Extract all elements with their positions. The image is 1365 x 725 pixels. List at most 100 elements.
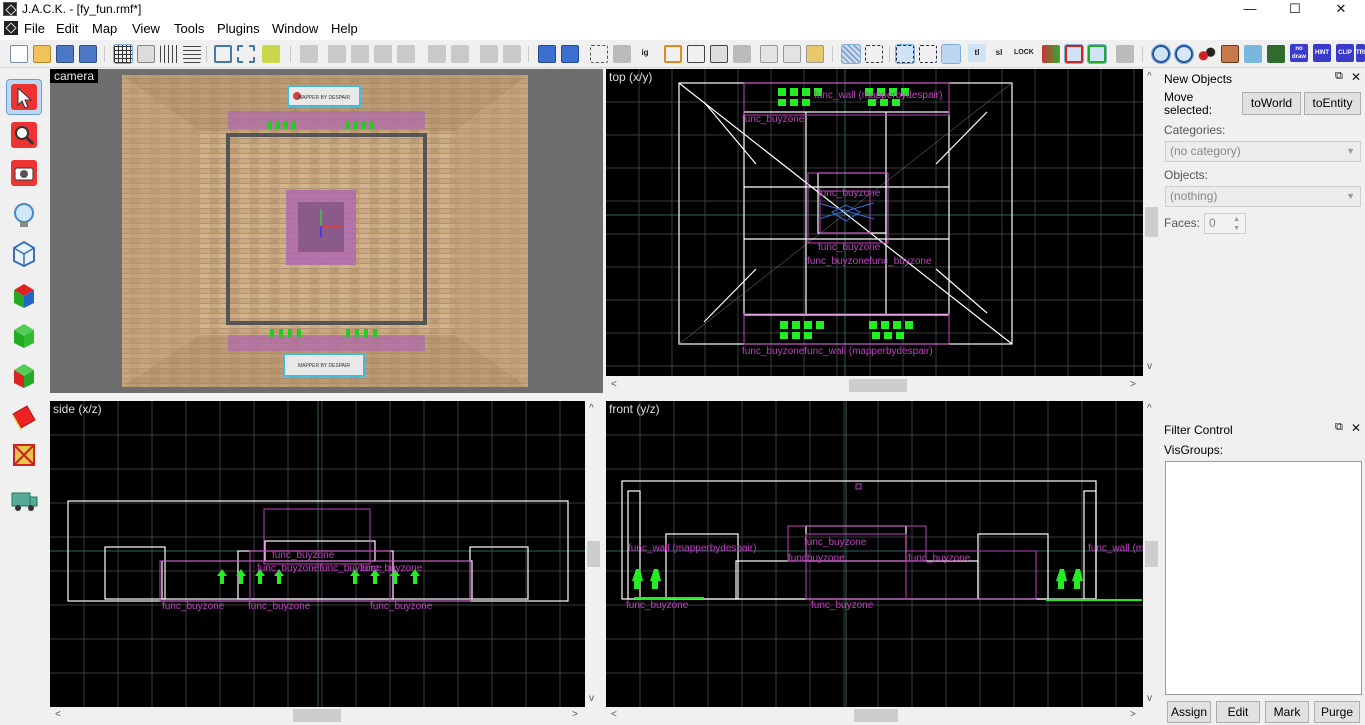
document-icon[interactable] <box>4 21 18 35</box>
hide-selected-icon[interactable] <box>590 45 608 63</box>
scroll-right-icon[interactable]: > <box>572 709 578 720</box>
minimize-button[interactable]: — <box>1227 0 1273 18</box>
camera-viewport[interactable]: camera MAPPER BY DESPAIR MAPPER BY DESPA… <box>50 69 603 393</box>
block-tool-icon[interactable] <box>7 236 41 270</box>
menu-view[interactable]: View <box>128 21 164 36</box>
morph-tool-icon[interactable] <box>1087 44 1107 64</box>
objects-select[interactable]: (nothing) ▼ <box>1165 186 1361 207</box>
align-bottom-icon[interactable] <box>397 45 415 63</box>
scroll-up-icon[interactable]: ^ <box>1147 403 1152 414</box>
paste-icon[interactable] <box>806 45 824 63</box>
categories-select[interactable]: (no category) ▼ <box>1165 141 1361 162</box>
ungroup-icon[interactable] <box>237 45 255 63</box>
side-viewport[interactable]: side (x/z) func_buyzone func_buyzone fun… <box>50 401 585 707</box>
path-tool-icon[interactable] <box>7 483 41 517</box>
smaller-grid-icon[interactable] <box>160 45 178 63</box>
scroll-up-icon[interactable]: ^ <box>589 403 594 414</box>
scroll-thumb[interactable] <box>854 709 898 722</box>
paste-special-icon[interactable] <box>733 45 751 63</box>
scroll-left-icon[interactable]: < <box>611 709 617 720</box>
menu-plugins[interactable]: Plugins <box>213 21 264 36</box>
scroll-down-icon[interactable]: v <box>589 693 594 704</box>
to-entity-icon[interactable] <box>538 45 556 63</box>
scroll-right-icon[interactable]: > <box>1130 709 1136 720</box>
maximize-button[interactable]: ☐ <box>1272 0 1318 18</box>
scroll-thumb[interactable] <box>1145 541 1158 567</box>
open-file-icon[interactable] <box>33 45 51 63</box>
scroll-left-icon[interactable]: < <box>611 379 617 390</box>
to-entity-button[interactable]: toEntity <box>1304 92 1361 115</box>
to-world-icon[interactable] <box>561 45 579 63</box>
circle-tool-icon[interactable] <box>1151 44 1171 64</box>
scroll-thumb[interactable] <box>849 379 907 392</box>
hint-texture-button[interactable]: HINT <box>1313 44 1331 62</box>
3d-grid-icon[interactable] <box>137 45 155 63</box>
group-icon[interactable] <box>214 45 232 63</box>
replace-texture-tool-icon[interactable] <box>7 358 41 392</box>
faces-stepper[interactable]: 0 ▲ ▼ <box>1204 213 1246 234</box>
overlay-tool-icon[interactable] <box>7 438 41 472</box>
scroll-left-icon[interactable]: < <box>55 709 61 720</box>
scroll-thumb[interactable] <box>587 541 600 567</box>
clip-texture-button[interactable]: CLIP <box>1336 44 1354 62</box>
decal-tool-icon[interactable] <box>7 400 41 434</box>
lock-button[interactable]: LOCK <box>1014 44 1034 62</box>
rotate-right-icon[interactable] <box>503 45 521 63</box>
cube-icon[interactable] <box>687 45 705 63</box>
vertex-tool-icon[interactable] <box>1042 45 1060 63</box>
scroll-thumb[interactable] <box>1145 207 1158 237</box>
texture-lock-toggle-icon[interactable] <box>664 45 682 63</box>
magnify-tool-icon[interactable] <box>7 118 41 152</box>
larger-grid-icon[interactable] <box>183 45 201 63</box>
save-icon[interactable] <box>56 45 74 63</box>
apply-texture-tool-icon[interactable] <box>7 318 41 352</box>
top-vscrollbar[interactable]: ^ v <box>1143 69 1160 376</box>
flip-vertical-icon[interactable] <box>451 45 469 63</box>
trigger-texture-button[interactable]: TRIG <box>1356 44 1365 62</box>
rotate-left-icon[interactable] <box>480 45 498 63</box>
align-right-icon[interactable] <box>351 45 369 63</box>
toggle-grid-icon[interactable] <box>113 44 133 64</box>
clip-tool-icon[interactable] <box>1064 44 1084 64</box>
panel-close-icon[interactable]: ✕ <box>1351 70 1361 84</box>
texture-lock-icon[interactable] <box>300 45 318 63</box>
toggle-sl-button[interactable]: sl <box>990 44 1008 62</box>
panel-float-icon[interactable]: ⧉ <box>1335 70 1343 83</box>
film-icon[interactable] <box>1267 45 1285 63</box>
select-by-handles-icon[interactable] <box>895 44 915 64</box>
panel-close-icon[interactable]: ✕ <box>1351 421 1361 435</box>
front-vscrollbar[interactable]: ^ v <box>1143 401 1160 707</box>
nodraw-texture-button[interactable]: no draw <box>1290 44 1308 62</box>
panel-float-icon[interactable]: ⧉ <box>1335 421 1343 434</box>
ignore-groups-toggle[interactable]: ig <box>636 44 654 62</box>
menu-tools[interactable]: Tools <box>170 21 208 36</box>
menu-edit[interactable]: Edit <box>52 21 82 36</box>
solid-cube-icon[interactable] <box>710 45 728 63</box>
scroll-down-icon[interactable]: v <box>1147 361 1152 372</box>
align-top-icon[interactable] <box>374 45 392 63</box>
scroll-thumb[interactable] <box>293 709 341 722</box>
visgroups-list[interactable] <box>1165 461 1362 695</box>
edit-button[interactable]: Edit <box>1216 701 1260 723</box>
menu-help[interactable]: Help <box>327 21 362 36</box>
assign-button[interactable]: Assign <box>1167 701 1211 723</box>
side-hscrollbar[interactable]: < > <box>50 707 585 724</box>
player-model-icon[interactable] <box>1221 45 1239 63</box>
top-hscrollbar[interactable]: < > <box>606 377 1143 394</box>
menu-map[interactable]: Map <box>88 21 121 36</box>
align-left-icon[interactable] <box>328 45 346 63</box>
top-viewport[interactable]: top (x/y) func_wall (mapperbydespair) fu… <box>606 69 1143 376</box>
cut-icon[interactable] <box>760 45 778 63</box>
carve-icon[interactable] <box>262 45 280 63</box>
hide-unselected-icon[interactable] <box>613 45 631 63</box>
toggle-tl-button[interactable]: tl <box>968 44 986 62</box>
entity-tool-icon[interactable] <box>7 198 41 232</box>
run-map-icon[interactable] <box>1116 45 1134 63</box>
close-button[interactable]: ✕ <box>1318 0 1364 18</box>
entity-dots-icon[interactable] <box>1198 45 1216 63</box>
entity-origin-icon[interactable] <box>1174 44 1194 64</box>
select-box-icon[interactable] <box>865 45 883 63</box>
selection-tool-icon[interactable] <box>6 79 42 115</box>
scroll-up-icon[interactable]: ^ <box>1147 71 1152 82</box>
mark-button[interactable]: Mark <box>1265 701 1309 723</box>
